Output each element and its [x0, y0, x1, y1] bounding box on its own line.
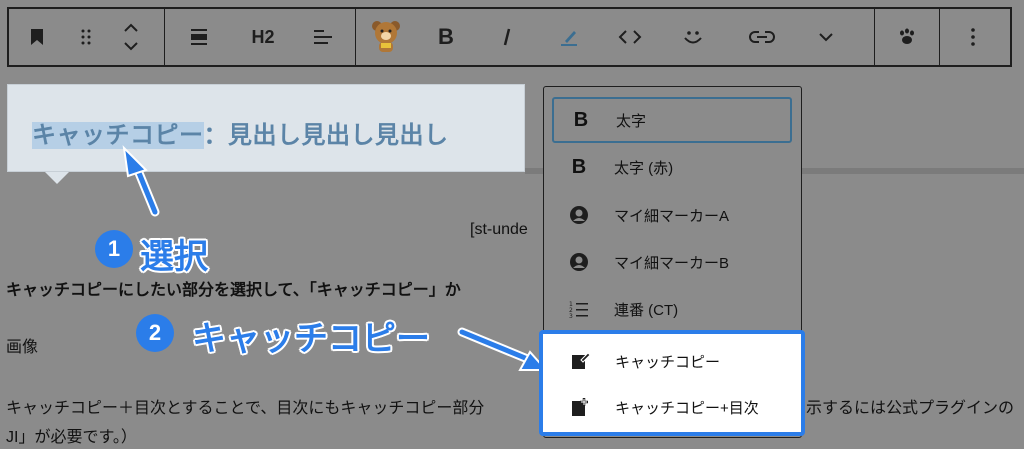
step2-badge: 2: [136, 314, 174, 352]
bold-icon: B: [571, 155, 587, 178]
dropdown-item-marker-a[interactable]: マイ細マーカーA: [552, 192, 792, 238]
step2-arrow: [457, 327, 549, 371]
step1-label: 選択: [140, 238, 208, 276]
catchcopy-highlight-box: キャッチコピー キャッチコピー+目次: [539, 330, 805, 436]
dropdown-item-label: キャッチコピー+目次: [615, 399, 759, 417]
dropdown-item-catchcopy-toc[interactable]: キャッチコピー+目次: [553, 384, 793, 430]
step1-arrow: [122, 145, 160, 217]
numbered-list-icon: 1 2 3: [560, 299, 598, 319]
person-circle-icon: [560, 205, 598, 225]
dropdown-item-label: マイ細マーカーA: [614, 207, 730, 225]
dropdown-item-marker-b[interactable]: マイ細マーカーB: [552, 239, 792, 285]
step2-label: キャッチコピー: [192, 320, 430, 358]
dropdown-item-numbered[interactable]: 1 2 3 連番 (CT): [552, 286, 792, 332]
annotation-arrows: [122, 145, 549, 371]
dropdown-item-label: キャッチコピー: [615, 353, 721, 371]
dropdown-item-label: 太字 (赤): [614, 159, 674, 177]
svg-text:3: 3: [569, 313, 573, 319]
dropdown-item-catchcopy[interactable]: キャッチコピー: [553, 338, 793, 384]
dropdown-item-bold-red[interactable]: B 太字 (赤): [552, 144, 792, 190]
dropdown-item-label: 連番 (CT): [614, 301, 679, 319]
step1-badge: 1: [95, 230, 133, 268]
edit-note-icon: [561, 351, 599, 371]
dropdown-item-bold[interactable]: B 太字: [552, 97, 792, 143]
dropdown-item-label: マイ細マーカーB: [614, 254, 730, 272]
note-add-icon: [561, 397, 599, 417]
dropdown-item-label: 太字: [616, 112, 647, 130]
person-circle-icon: [560, 252, 598, 272]
bold-icon: B: [573, 108, 589, 131]
